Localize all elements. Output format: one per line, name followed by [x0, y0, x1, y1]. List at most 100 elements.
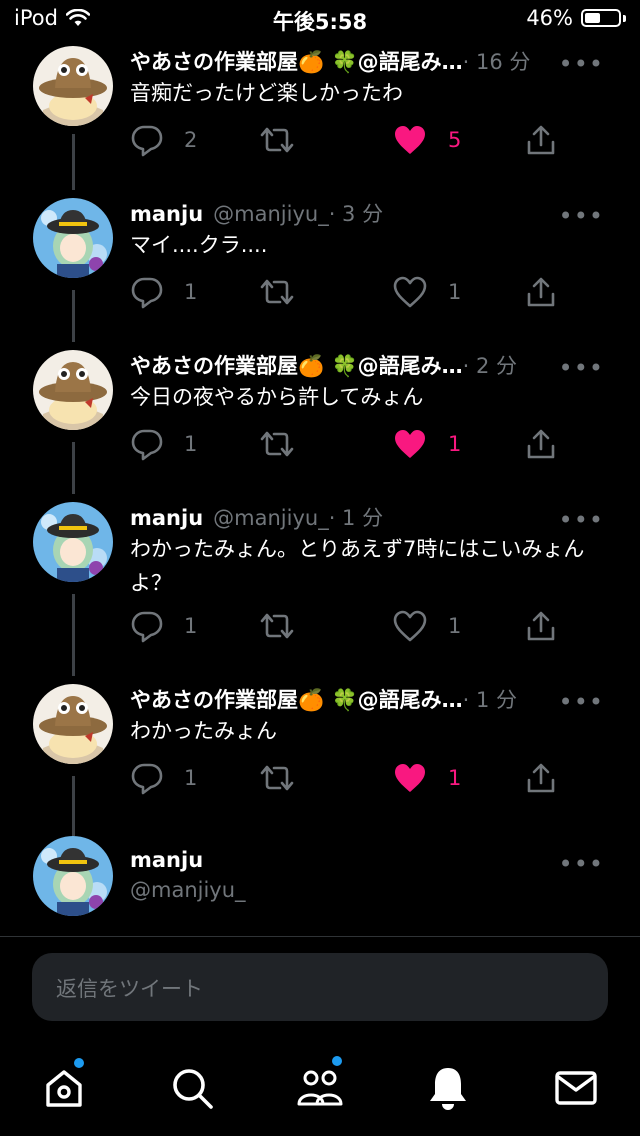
- tab-messages[interactable]: [552, 1064, 600, 1112]
- tab-communities[interactable]: [296, 1056, 344, 1112]
- reply-icon: [131, 611, 163, 643]
- reply-count: 1: [184, 614, 198, 638]
- like-count: 1: [448, 432, 462, 456]
- tweet-text: 音痴だったけど楽しかったわ: [130, 81, 403, 105]
- retweet-button[interactable]: [258, 274, 296, 310]
- reply-count: 1: [184, 766, 198, 790]
- thread-line: [72, 134, 75, 190]
- home-icon: [46, 1070, 82, 1107]
- conversation-timeline[interactable]: やあさの作業部屋🍊 🍀@語尾み…· 16 分 ••• 音痴だったけど楽しかったわ 2 5…: [0, 36, 640, 936]
- tweet-header: やあさの作業部屋🍊 🍀@語尾み…· 2 分: [130, 350, 517, 380]
- more-options-icon[interactable]: •••: [559, 202, 604, 230]
- avatar[interactable]: [33, 684, 113, 764]
- author-handle[interactable]: @manjiyu_: [130, 878, 246, 902]
- reply-button[interactable]: 1: [130, 608, 197, 644]
- retweet-button[interactable]: [258, 122, 296, 158]
- messages-icon: [555, 1071, 597, 1105]
- retweet-icon: [260, 613, 294, 639]
- share-icon: [527, 763, 555, 793]
- more-options-icon[interactable]: •••: [559, 850, 604, 878]
- thread-line: [72, 594, 75, 676]
- share-button[interactable]: [524, 760, 558, 796]
- reply-icon: [131, 125, 163, 157]
- heart-icon: [395, 764, 425, 792]
- retweet-icon: [260, 279, 294, 305]
- reply-button[interactable]: 2: [130, 122, 197, 158]
- author-name[interactable]: manju: [130, 848, 203, 872]
- like-button[interactable]: 1: [392, 608, 461, 644]
- reply-button[interactable]: 1: [130, 426, 197, 462]
- reply-button[interactable]: 1: [130, 274, 197, 310]
- more-options-icon[interactable]: •••: [559, 688, 604, 716]
- like-count: 1: [448, 614, 462, 638]
- heart-icon: [395, 126, 425, 154]
- share-button[interactable]: [524, 274, 558, 310]
- retweet-button[interactable]: [258, 760, 296, 796]
- tweet-time: · 1 分: [328, 506, 384, 530]
- retweet-icon: [260, 127, 294, 153]
- status-right: 46%: [526, 6, 626, 30]
- reply-button[interactable]: 1: [130, 760, 197, 796]
- like-count: 1: [448, 766, 462, 790]
- tweet-header: manju: [130, 848, 203, 872]
- avatar[interactable]: [33, 350, 113, 430]
- share-icon: [527, 277, 555, 307]
- avatar[interactable]: [33, 198, 113, 278]
- author-name[interactable]: やあさの作業部屋🍊 🍀@語尾み…: [130, 688, 463, 712]
- like-button[interactable]: 1: [392, 760, 461, 796]
- more-options-icon[interactable]: •••: [559, 354, 604, 382]
- notifications-icon: [430, 1068, 466, 1110]
- reply-count: 2: [184, 128, 198, 152]
- share-button[interactable]: [524, 122, 558, 158]
- reply-input[interactable]: 返信をツイート: [32, 953, 608, 1021]
- like-button[interactable]: 1: [392, 426, 461, 462]
- heart-icon: [393, 276, 427, 308]
- battery-icon: [581, 9, 621, 27]
- share-button[interactable]: [524, 608, 558, 644]
- share-button[interactable]: [524, 426, 558, 462]
- tweet-actions: 11: [130, 760, 570, 796]
- author-name[interactable]: やあさの作業部屋🍊 🍀@語尾み…: [130, 354, 463, 378]
- home-notification-dot: [74, 1058, 84, 1068]
- retweet-button[interactable]: [258, 608, 296, 644]
- tab-notifications[interactable]: [424, 1064, 472, 1112]
- retweet-icon: [260, 431, 294, 457]
- search-icon: [173, 1069, 213, 1109]
- reply-icon: [131, 763, 163, 795]
- reply-icon: [131, 277, 163, 309]
- communities-notification-dot: [332, 1056, 342, 1066]
- tweet-header: manju @manjiyu_· 3 分: [130, 198, 383, 228]
- status-bar: iPod 午後5:58 46%: [0, 0, 640, 40]
- avatar[interactable]: [33, 836, 113, 916]
- tab-search[interactable]: [168, 1064, 216, 1112]
- author-name[interactable]: manju: [130, 202, 203, 226]
- tweet-time: · 1 分: [462, 688, 517, 712]
- avatar[interactable]: [33, 46, 113, 126]
- more-options-icon[interactable]: •••: [559, 506, 604, 534]
- more-options-icon[interactable]: •••: [559, 50, 604, 78]
- tweet-header: やあさの作業部屋🍊 🍀@語尾み…· 16 分: [130, 46, 530, 76]
- communities-icon: [297, 1070, 343, 1106]
- tweet-time: · 16 分: [462, 50, 531, 74]
- reply-placeholder: 返信をツイート: [56, 977, 203, 1001]
- retweet-button[interactable]: [258, 426, 296, 462]
- share-icon: [527, 611, 555, 641]
- tweet-text: マイ....クラ....: [130, 233, 268, 257]
- tab-home[interactable]: [40, 1058, 88, 1112]
- author-handle[interactable]: @manjiyu_: [213, 506, 329, 530]
- avatar[interactable]: [33, 502, 113, 582]
- author-name[interactable]: やあさの作業部屋🍊 🍀@語尾み…: [130, 50, 463, 74]
- like-button[interactable]: 1: [392, 274, 461, 310]
- tweet-text: わかったみょん: [130, 719, 277, 743]
- author-name[interactable]: manju: [130, 506, 203, 530]
- tweet-actions: 25: [130, 122, 570, 158]
- author-handle[interactable]: @manjiyu_: [213, 202, 329, 226]
- heart-icon: [395, 430, 425, 458]
- tweet-actions: 11: [130, 608, 570, 644]
- reply-icon: [131, 429, 163, 461]
- tweet-text: わかったみょん。とりあえず7時にはこいみょんよ？: [130, 537, 585, 595]
- reply-count: 1: [184, 280, 198, 304]
- like-button[interactable]: 5: [392, 122, 461, 158]
- thread-line: [72, 442, 75, 494]
- reply-divider: [0, 936, 640, 937]
